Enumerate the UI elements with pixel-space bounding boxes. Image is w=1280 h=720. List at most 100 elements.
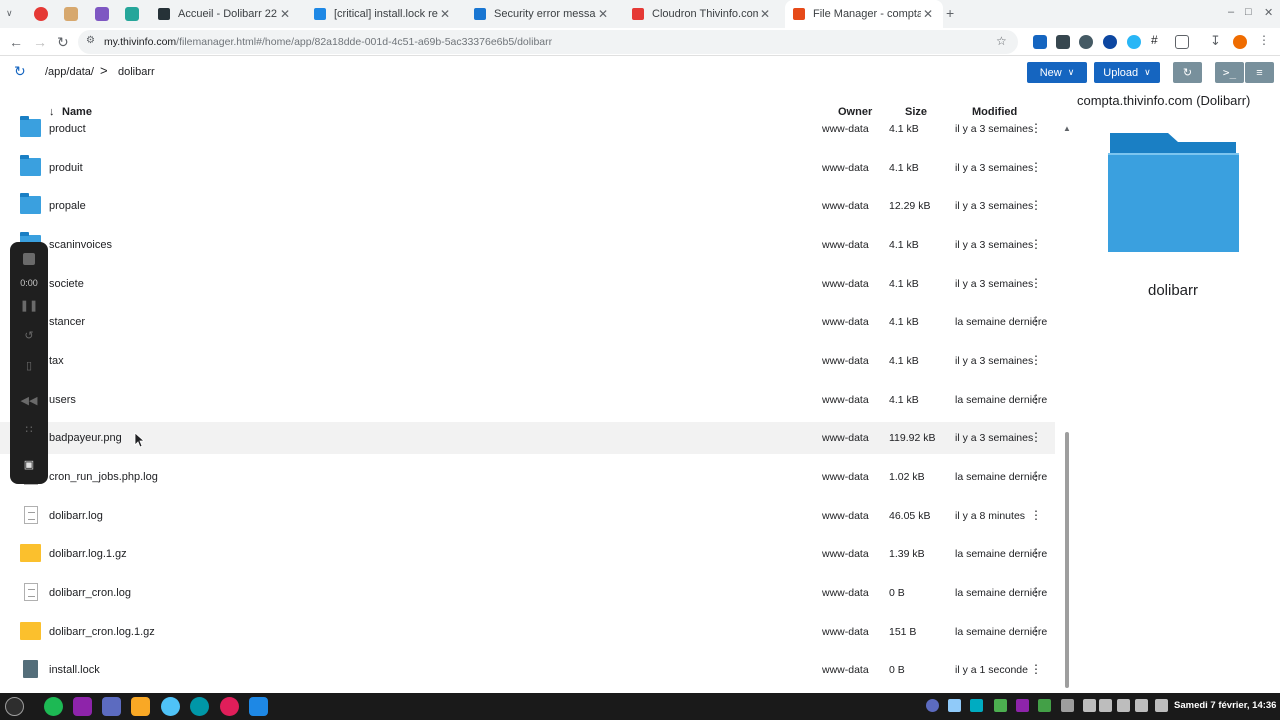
file-row[interactable]: cron_run_jobs.php.log www-data 1.02 kB la s…: [0, 461, 1055, 493]
spotify-icon[interactable]: [44, 697, 63, 716]
row-more-icon[interactable]: ⋮: [1030, 546, 1042, 560]
file-name[interactable]: product: [49, 123, 86, 135]
maximize-icon[interactable]: □: [1245, 6, 1252, 18]
tray-icon-12[interactable]: [1155, 699, 1168, 712]
terminal-button[interactable]: >_: [1215, 62, 1244, 83]
back-icon[interactable]: ←: [9, 34, 23, 50]
site-info-icon[interactable]: ⚙: [86, 35, 95, 46]
tab-close-icon[interactable]: ✕: [758, 7, 772, 21]
reload-icon[interactable]: ↻: [57, 34, 69, 51]
puzzle-extensions-icon[interactable]: [1175, 35, 1189, 49]
file-row[interactable]: produit www-data 4.1 kB il y a 3 semaines ⋮: [0, 152, 1055, 184]
row-more-icon[interactable]: ⋮: [1030, 314, 1042, 328]
slack-icon[interactable]: [220, 697, 239, 716]
row-more-icon[interactable]: ⋮: [1030, 585, 1042, 599]
pinned-tab-4[interactable]: [125, 7, 139, 21]
row-more-icon[interactable]: ⋮: [1030, 392, 1042, 406]
close-window-icon[interactable]: ✕: [1264, 6, 1273, 19]
file-name[interactable]: dolibarr_cron.log.1.gz: [49, 626, 155, 638]
sync-button[interactable]: ↻: [1173, 62, 1202, 83]
tab-close-icon[interactable]: ✕: [278, 7, 292, 21]
camera-icon[interactable]: ▣: [10, 458, 48, 471]
taskbar-clock[interactable]: Samedi 7 février, 14:36: [1174, 700, 1276, 711]
browser-tab[interactable]: Accueil - Dolibarr 22.0.4✕: [150, 0, 300, 28]
file-name[interactable]: societe: [49, 278, 84, 290]
start-menu-icon[interactable]: [5, 697, 24, 716]
tray-icon-4[interactable]: [994, 699, 1007, 712]
file-name[interactable]: produit: [49, 162, 83, 174]
scroll-up-icon[interactable]: ▲: [1063, 124, 1071, 133]
rewind-icon[interactable]: ◀◀: [10, 394, 48, 407]
file-name[interactable]: stancer: [49, 316, 85, 328]
file-row[interactable]: product www-data 4.1 kB il y a 3 semaines ⋮: [0, 113, 1055, 145]
hash-extension-icon[interactable]: #: [1151, 33, 1165, 47]
file-row[interactable]: stancer www-data 4.1 kB la semaine dernière…: [0, 306, 1055, 338]
vscode-icon[interactable]: [249, 697, 268, 716]
row-more-icon[interactable]: ⋮: [1030, 662, 1042, 676]
file-row[interactable]: dolibarr_cron.log www-data 0 Bla semaine d…: [0, 577, 1055, 609]
tray-icon-9[interactable]: [1099, 699, 1112, 712]
browser-menu-icon[interactable]: ⋮: [1258, 33, 1272, 47]
file-row[interactable]: societe www-data 4.1 kB il y a 3 semaines ⋮: [0, 268, 1055, 300]
extension-icon-3[interactable]: [1079, 35, 1093, 49]
tab-search-icon[interactable]: ∨: [6, 8, 13, 19]
tray-icon-10[interactable]: [1117, 699, 1130, 712]
tab-close-icon[interactable]: ✕: [438, 7, 452, 21]
address-bar[interactable]: ⚙ my.thivinfo.com/filemanager.html#/home…: [78, 30, 1018, 54]
browser-tab[interactable]: File Manager - compta.thivinfo✕: [785, 0, 943, 28]
tray-icon-1[interactable]: [926, 699, 939, 712]
file-name[interactable]: scaninvoices: [49, 239, 112, 251]
extension-icon-1[interactable]: [1033, 35, 1047, 49]
row-more-icon[interactable]: ⋮: [1030, 430, 1042, 444]
phpstorm-icon[interactable]: [73, 697, 92, 716]
extension-icon-5[interactable]: [1127, 35, 1141, 49]
file-name[interactable]: dolibarr_cron.log: [49, 587, 131, 599]
pinned-tab-2[interactable]: [64, 7, 78, 21]
tray-icon-7[interactable]: [1061, 699, 1074, 712]
file-row[interactable]: propale www-data 12.29 kB il y a 3 semaines…: [0, 190, 1055, 222]
pinned-tab-3[interactable]: [95, 7, 109, 21]
tray-icon-2[interactable]: [948, 699, 961, 712]
download-icon[interactable]: ↧: [1210, 33, 1224, 48]
file-row[interactable]: install.lock www-data 0 B il y a 1 seconde ⋮: [0, 654, 1055, 686]
tray-icon-8[interactable]: [1083, 699, 1096, 712]
minimize-icon[interactable]: –: [1228, 6, 1234, 18]
file-row[interactable]: badpayeur.png www-data 119.92 kB il y a 3 s…: [0, 422, 1055, 454]
tray-icon-5[interactable]: [1016, 699, 1029, 712]
file-name[interactable]: cron_run_jobs.php.log: [49, 471, 158, 483]
file-row[interactable]: users www-data 4.1 kB la semaine dernière ⋮: [0, 384, 1055, 416]
scrollbar-thumb[interactable]: [1065, 432, 1069, 688]
row-more-icon[interactable]: ⋮: [1030, 276, 1042, 290]
file-row[interactable]: tax www-data 4.1 kB il y a 3 semaines ⋮: [0, 345, 1055, 377]
files-icon[interactable]: [131, 697, 150, 716]
tray-icon-3[interactable]: [970, 699, 983, 712]
file-row[interactable]: dolibarr_cron.log.1.gz www-data 151 Bla se…: [0, 616, 1055, 648]
file-name[interactable]: dolibarr.log: [49, 510, 103, 522]
trash-icon[interactable]: ▯: [10, 359, 48, 372]
row-more-icon[interactable]: ⋮: [1030, 469, 1042, 483]
bookmark-star-icon[interactable]: ☆: [996, 34, 1007, 48]
refresh-icon[interactable]: ↻: [14, 63, 26, 80]
row-more-icon[interactable]: ⋮: [1030, 160, 1042, 174]
extension-icon-4[interactable]: [1103, 35, 1117, 49]
terminal-app-icon[interactable]: [190, 697, 209, 716]
menu-button[interactable]: ≡: [1245, 62, 1274, 83]
new-button[interactable]: New ∨: [1027, 62, 1087, 83]
file-row[interactable]: scaninvoices www-data 4.1 kB il y a 3 semai…: [0, 229, 1055, 261]
profile-avatar-icon[interactable]: [1233, 35, 1247, 49]
file-name[interactable]: tax: [49, 355, 64, 367]
extension-icon-2[interactable]: [1056, 35, 1070, 49]
tab-close-icon[interactable]: ✕: [921, 7, 935, 21]
pinned-tab-1[interactable]: [34, 7, 48, 21]
file-name[interactable]: badpayeur.png: [49, 432, 122, 444]
grid-icon[interactable]: ∷: [10, 423, 48, 436]
browser-tab[interactable]: Security error message | Clou✕: [466, 0, 618, 28]
file-row[interactable]: dolibarr.log www-data 46.05 kB il y a 8 min…: [0, 500, 1055, 532]
forward-icon[interactable]: →: [33, 34, 47, 50]
file-row[interactable]: dolibarr.log.1.gz www-data 1.39 kB la semai…: [0, 538, 1055, 570]
stop-record-icon[interactable]: [10, 253, 48, 268]
file-name[interactable]: users: [49, 394, 76, 406]
mail-icon[interactable]: [102, 697, 121, 716]
row-more-icon[interactable]: ⋮: [1030, 508, 1042, 522]
tray-icon-6[interactable]: [1038, 699, 1051, 712]
